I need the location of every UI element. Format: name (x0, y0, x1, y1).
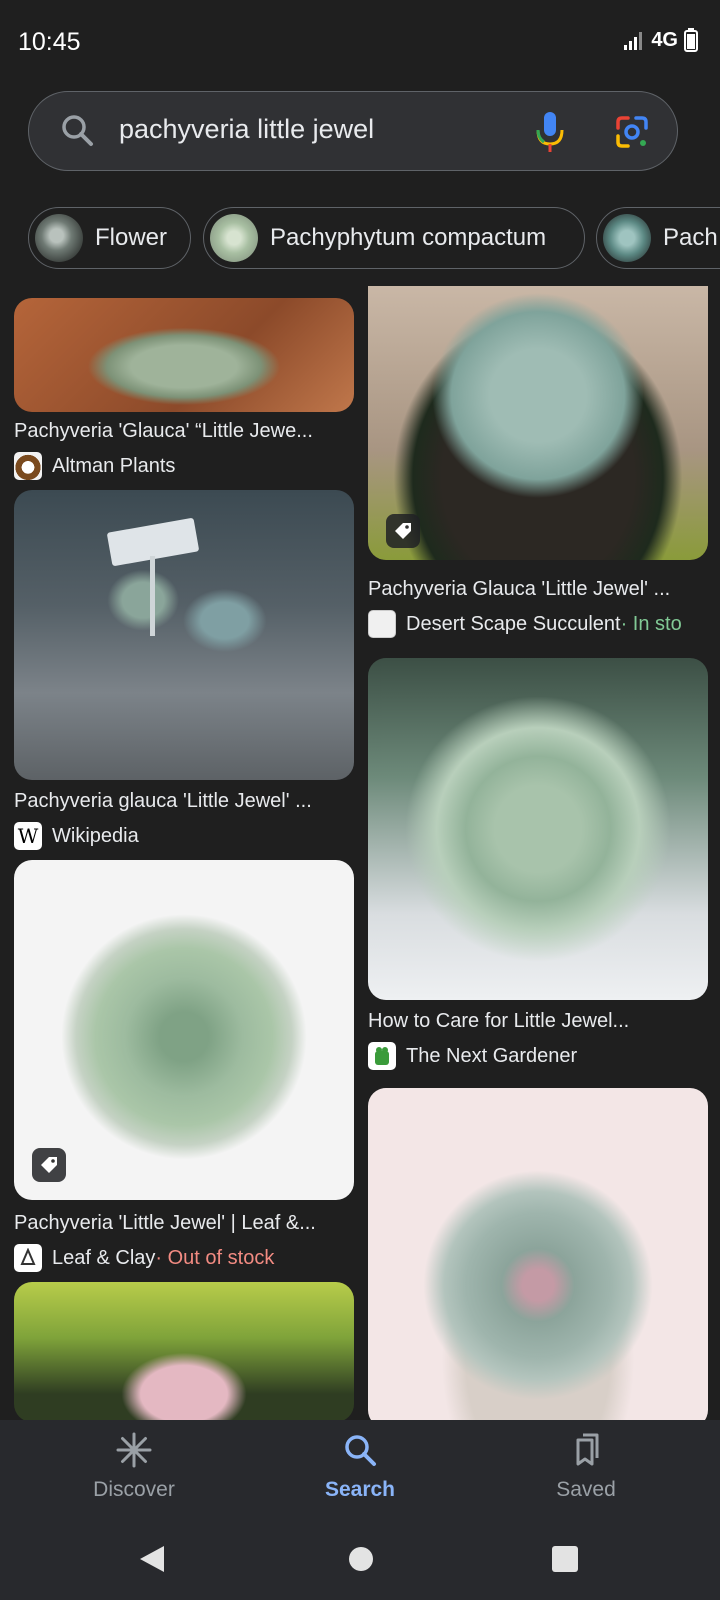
source-name: Altman Plants (52, 454, 176, 477)
result-card[interactable] (368, 1088, 708, 1420)
nav-label: Search (324, 1478, 396, 1501)
chip-label: Flower (95, 224, 168, 251)
plant-label-stake (150, 556, 155, 636)
result-source: Leaf & Clay · Out of stock (14, 1244, 274, 1272)
signal-icon (624, 32, 643, 50)
result-image[interactable] (14, 298, 354, 412)
site-favicon (368, 610, 396, 638)
google-lens-icon[interactable] (614, 114, 650, 150)
source-name: Desert Scape Succulent (406, 612, 621, 635)
result-image[interactable] (14, 860, 354, 1200)
source-name: Leaf & Clay (52, 1246, 156, 1269)
nav-label: Discover (93, 1478, 175, 1501)
status-time: 10:45 (18, 28, 81, 56)
chip-thumbnail (210, 214, 258, 262)
result-image[interactable] (368, 286, 708, 560)
nav-search[interactable]: Search (280, 1432, 440, 1502)
result-title[interactable]: How to Care for Little Jewel... (368, 1010, 708, 1033)
asterisk-icon (116, 1432, 152, 1468)
chip-thumbnail (603, 214, 651, 262)
shopping-tag-badge (32, 1148, 66, 1182)
system-navigation-bar (0, 1520, 720, 1600)
chip-flower[interactable]: Flower (28, 207, 191, 269)
result-card[interactable]: Pachyveria 'Glauca' “Little Jewe... Altm… (14, 272, 354, 480)
nav-saved[interactable]: Saved (506, 1432, 666, 1502)
result-image[interactable] (368, 1088, 708, 1420)
battery-icon (684, 28, 698, 52)
network-type: 4G (651, 28, 678, 51)
result-card[interactable]: Pachyveria Glauca 'Little Jewel' ... Des… (368, 272, 708, 638)
wikipedia-icon: W (14, 822, 42, 850)
chip-pachyphytum-compactum[interactable]: Pachyphytum compactum (203, 207, 585, 269)
status-icons: 4G (623, 28, 698, 52)
status-bar: 10:45 4G (0, 0, 720, 88)
saved-collections-icon (576, 1433, 599, 1466)
chip-pach[interactable]: Pach (596, 207, 720, 269)
tag-icon (41, 1157, 57, 1173)
nav-label: Saved (556, 1478, 616, 1501)
result-image[interactable] (368, 658, 708, 1000)
source-name: Wikipedia (52, 824, 139, 847)
related-chips: Flower Pachyphytum compactum Pach (28, 207, 720, 271)
search-icon (62, 115, 93, 146)
result-title[interactable]: Pachyveria 'Little Jewel' | Leaf &... (14, 1212, 354, 1235)
result-card[interactable] (14, 1282, 354, 1420)
search-icon (345, 1435, 376, 1466)
result-image[interactable] (14, 1282, 354, 1420)
result-source: The Next Gardener (368, 1042, 577, 1070)
shopping-tag-badge (386, 514, 420, 548)
bottom-navigation: Discover Search Saved (0, 1420, 720, 1520)
image-results-grid: Pachyveria 'Glauca' “Little Jewe... Altm… (0, 272, 720, 1420)
result-card[interactable]: Pachyveria 'Little Jewel' | Leaf &... Le… (14, 860, 354, 1272)
result-title[interactable]: Pachyveria Glauca 'Little Jewel' ... (368, 578, 708, 601)
leaf-icon (20, 1248, 36, 1265)
stock-status: · Out of stock (155, 1246, 275, 1269)
chip-label: Pachyphytum compactum (270, 224, 547, 251)
search-bar[interactable]: pachyveria little jewel (28, 91, 678, 171)
site-favicon (368, 1042, 396, 1070)
home-icon[interactable] (347, 1545, 375, 1573)
result-card[interactable]: How to Care for Little Jewel... The Next… (368, 658, 708, 1070)
recents-icon[interactable] (551, 1545, 579, 1573)
plant-logo-icon (375, 1047, 389, 1065)
site-favicon (14, 452, 42, 480)
nav-discover[interactable]: Discover (54, 1432, 214, 1502)
stock-status: · In sto (620, 612, 682, 635)
chip-label: Pach (663, 224, 718, 251)
result-source: W Wikipedia (14, 822, 139, 850)
result-title[interactable]: Pachyveria 'Glauca' “Little Jewe... (14, 420, 354, 443)
result-card[interactable]: Pachyveria glauca 'Little Jewel' ... W W… (14, 490, 354, 850)
tag-icon (395, 523, 411, 539)
result-title[interactable]: Pachyveria glauca 'Little Jewel' ... (14, 790, 354, 813)
microphone-icon[interactable] (534, 110, 566, 154)
source-name: The Next Gardener (406, 1044, 578, 1067)
back-icon[interactable] (138, 1544, 166, 1574)
result-source: Altman Plants (14, 452, 175, 480)
result-image[interactable] (14, 490, 354, 780)
site-favicon (14, 1244, 42, 1272)
search-input[interactable]: pachyveria little jewel (119, 114, 374, 145)
chip-thumbnail (35, 214, 83, 262)
result-source: Desert Scape Succulent · In sto (368, 610, 682, 638)
